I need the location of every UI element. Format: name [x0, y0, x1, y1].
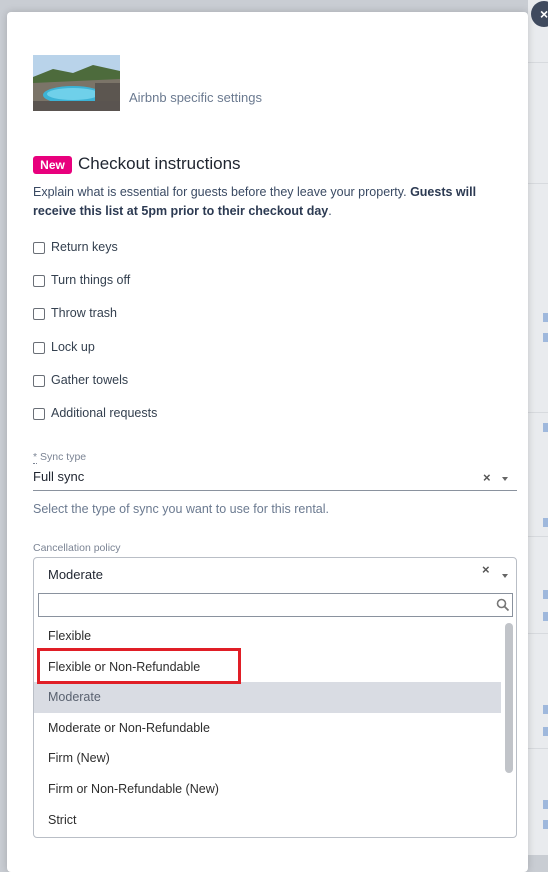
- background-link: [543, 800, 548, 809]
- new-badge: New: [33, 156, 72, 174]
- sync-type-label: * Sync type: [33, 451, 87, 464]
- background-link: [543, 333, 548, 342]
- sync-type-label-text: Sync type: [37, 451, 87, 463]
- checkbox-box[interactable]: [33, 308, 45, 320]
- cancellation-policy-dropdown[interactable]: Moderate × Flexible Flexible or Non-Refu…: [33, 557, 517, 838]
- background-divider: [528, 748, 548, 749]
- sync-type-underline: [33, 490, 517, 491]
- sync-type-help: Select the type of sync you want to use …: [33, 502, 329, 516]
- background-link: [543, 705, 548, 714]
- checkout-instructions-title: Checkout instructions: [78, 154, 241, 173]
- rental-thumbnail: [33, 55, 120, 111]
- option-firm-or-non-refundable-new[interactable]: Firm or Non-Refundable (New): [34, 774, 501, 805]
- checkbox-box[interactable]: [33, 342, 45, 354]
- description-text: Explain what is essential for guests bef…: [33, 185, 411, 199]
- airbnb-settings-label: Airbnb specific settings: [129, 90, 262, 105]
- background-divider: [528, 412, 548, 413]
- background-divider: [528, 633, 548, 634]
- background-link: [543, 820, 548, 829]
- cancellation-policy-label: Cancellation policy: [33, 542, 121, 554]
- background-link: [543, 727, 548, 736]
- search-icon: [496, 598, 510, 612]
- cancellation-clear-icon[interactable]: ×: [482, 562, 490, 577]
- background-link: [543, 313, 548, 322]
- chevron-down-icon[interactable]: [502, 477, 508, 481]
- dropdown-scrollbar[interactable]: [505, 623, 513, 773]
- background-link: [543, 612, 548, 621]
- checkbox-label[interactable]: Gather towels: [51, 373, 128, 387]
- background-link: [543, 518, 548, 527]
- checkbox-label[interactable]: Lock up: [51, 340, 95, 354]
- sync-type-select[interactable]: Full sync: [33, 469, 84, 484]
- background-link: [543, 590, 548, 599]
- option-strict[interactable]: Strict: [34, 805, 501, 836]
- checkbox-box[interactable]: [33, 375, 45, 387]
- checkout-instructions-description: Explain what is essential for guests bef…: [33, 183, 503, 221]
- option-moderate-or-non-refundable[interactable]: Moderate or Non-Refundable: [34, 713, 501, 744]
- checkbox-box[interactable]: [33, 408, 45, 420]
- checkbox-box[interactable]: [33, 242, 45, 254]
- chevron-down-icon[interactable]: [502, 574, 508, 578]
- checkbox-label[interactable]: Throw trash: [51, 306, 117, 320]
- checkbox-label[interactable]: Return keys: [51, 240, 118, 254]
- background-divider: [528, 536, 548, 537]
- background-divider: [528, 183, 548, 184]
- close-icon[interactable]: ×: [540, 6, 548, 22]
- option-firm-new[interactable]: Firm (New): [34, 743, 501, 774]
- sync-type-clear-icon[interactable]: ×: [483, 470, 491, 485]
- checkbox-box[interactable]: [33, 275, 45, 287]
- cancellation-policy-value[interactable]: Moderate: [48, 567, 103, 582]
- background-link: [543, 423, 548, 432]
- dropdown-search-input[interactable]: [38, 593, 513, 617]
- checkbox-label[interactable]: Turn things off: [51, 273, 130, 287]
- background-divider: [528, 62, 548, 63]
- highlight-box: [37, 648, 241, 684]
- description-end: .: [328, 204, 332, 218]
- option-moderate[interactable]: Moderate: [34, 682, 501, 713]
- checkbox-label[interactable]: Additional requests: [51, 406, 157, 420]
